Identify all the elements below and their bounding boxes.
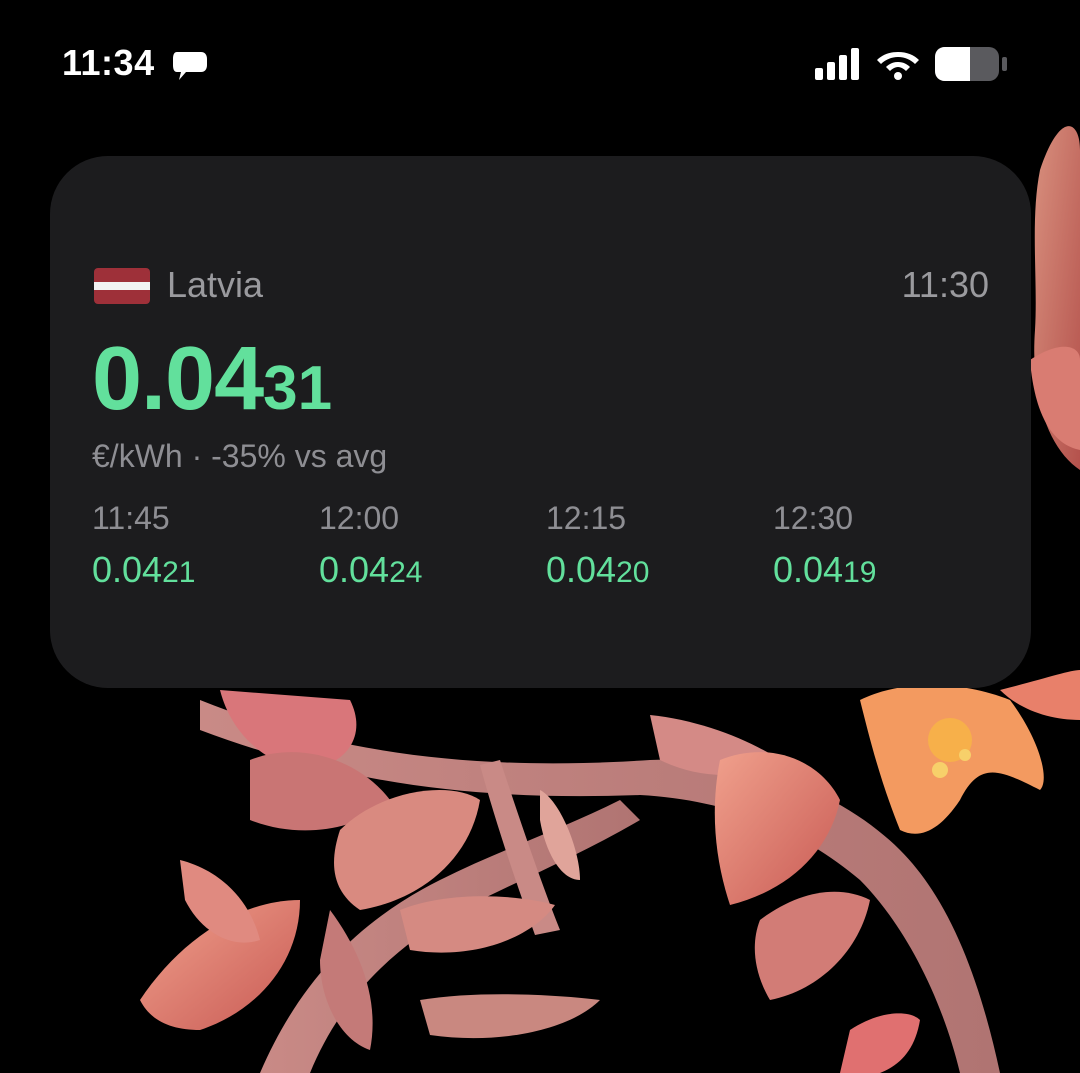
forecast-time: 12:30 — [773, 500, 854, 536]
status-bar: 11:34 — [0, 0, 1080, 120]
status-time: 11:34 — [62, 42, 155, 83]
forecast-price-sub: 19 — [843, 556, 877, 589]
forecast-price-main: 0.04 — [546, 549, 617, 590]
forecast-time: 12:15 — [546, 500, 627, 536]
home-screen: 11:34 Latvia 11:30 0.0431 €/kWh · -35% v… — [0, 0, 1080, 1073]
updated-time: 11:30 — [901, 264, 989, 305]
cellular-signal-icon — [815, 48, 859, 80]
country-label: Latvia — [167, 264, 264, 305]
forecast-price: 0.0421 — [92, 549, 312, 591]
forecast-price-sub: 24 — [389, 556, 423, 589]
current-price: 0.0431 — [92, 328, 332, 431]
forecast-price-main: 0.04 — [319, 549, 390, 590]
forecast-price: 0.0419 — [773, 549, 993, 591]
forecast-price: 0.0424 — [319, 549, 539, 591]
forecast-item: 11:45 0.0421 — [92, 500, 312, 591]
latvia-flag-icon — [94, 268, 150, 304]
chat-bubble-icon — [173, 52, 207, 80]
price-unit-comparison: €/kWh · -35% vs avg — [92, 438, 388, 474]
forecast-price-main: 0.04 — [773, 549, 844, 590]
wifi-icon — [877, 52, 919, 80]
forecast-price-sub: 21 — [162, 556, 196, 589]
battery-icon — [935, 47, 1007, 81]
forecast-price: 0.0420 — [546, 549, 766, 591]
current-price-sub: 31 — [263, 354, 333, 423]
forecast-time: 12:00 — [319, 500, 400, 536]
forecast-price-main: 0.04 — [92, 549, 163, 590]
current-price-main: 0.04 — [92, 329, 264, 429]
forecast-item: 12:30 0.0419 — [773, 500, 993, 591]
forecast-time: 11:45 — [92, 500, 170, 536]
forecast-item: 12:15 0.0420 — [546, 500, 766, 591]
forecast-row: 11:45 0.0421 12:00 0.0424 12:15 0.0420 1… — [92, 500, 992, 600]
forecast-price-sub: 20 — [616, 556, 650, 589]
electricity-price-widget[interactable]: Latvia 11:30 0.0431 €/kWh · -35% vs avg … — [50, 156, 1031, 688]
forecast-item: 12:00 0.0424 — [319, 500, 539, 591]
